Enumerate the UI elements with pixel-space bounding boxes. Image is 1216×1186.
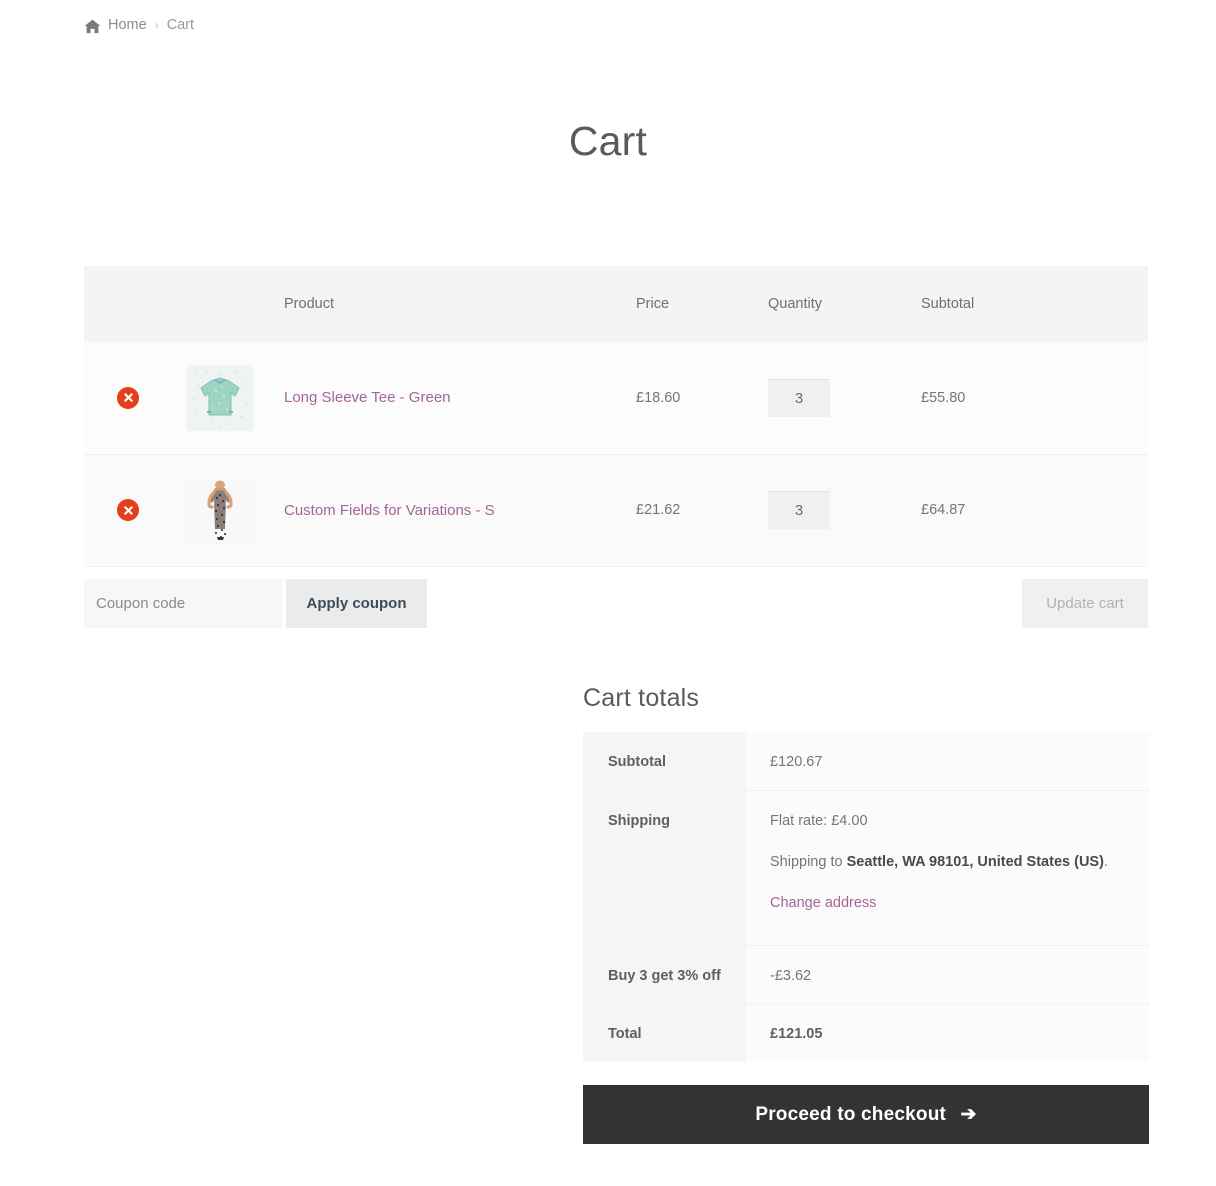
table-row: Custom Fields for Variations - S £21.62 … <box>84 454 1148 567</box>
product-subtotal: £55.80 <box>921 342 1148 455</box>
column-header-quantity: Quantity <box>768 266 921 342</box>
shipping-rate: Flat rate: £4.00 <box>770 812 868 829</box>
remove-cell <box>84 454 154 567</box>
column-header-subtotal: Subtotal <box>921 266 1148 342</box>
dress-thumbnail[interactable] <box>187 477 253 543</box>
cart-totals-section: Cart totals Subtotal £120.67 Shipping Fl… <box>583 684 1149 1061</box>
totals-row-subtotal: Subtotal £120.67 <box>583 732 1149 791</box>
totals-row-total: Total £121.05 <box>583 1003 1149 1061</box>
quantity-cell <box>768 342 921 455</box>
remove-item-button[interactable] <box>117 499 139 521</box>
cart-table-header-row: Product Price Quantity Subtotal <box>84 266 1148 342</box>
breadcrumb-current: Cart <box>166 17 195 33</box>
cart-totals-table: Subtotal £120.67 Shipping Flat rate: £4.… <box>583 732 1149 1061</box>
proceed-to-checkout-button[interactable]: Proceed to checkout ➔ <box>583 1085 1149 1144</box>
subtotal-label: Subtotal <box>583 732 746 791</box>
change-address-link[interactable]: Change address <box>770 895 876 911</box>
update-cart-button[interactable]: Update cart <box>1022 579 1148 628</box>
cart-items-table: Product Price Quantity Subtotal Long Sle… <box>84 266 1148 567</box>
checkout-label: Proceed to checkout <box>755 1104 947 1125</box>
quantity-cell <box>768 454 921 567</box>
cart-totals-title: Cart totals <box>583 684 700 712</box>
arrow-right-icon: ➔ <box>960 1104 977 1125</box>
product-link[interactable]: Long Sleeve Tee - Green <box>284 389 451 406</box>
table-row: Long Sleeve Tee - Green £18.60 £55.80 <box>84 342 1148 455</box>
discount-label: Buy 3 get 3% off <box>583 945 746 1004</box>
quantity-input[interactable] <box>768 491 830 529</box>
thumbnail-cell <box>154 454 284 567</box>
coupon-bar: Apply coupon Update cart <box>84 579 1148 628</box>
shipping-to-prefix: Shipping to <box>770 853 847 870</box>
column-header-remove <box>84 266 154 342</box>
long-sleeve-tee-thumbnail[interactable] <box>187 364 253 431</box>
discount-value: -£3.62 <box>746 945 1149 1004</box>
product-price: £18.60 <box>636 342 768 455</box>
column-header-thumbnail <box>154 266 284 342</box>
product-price: £21.62 <box>636 454 768 567</box>
breadcrumb-separator: › <box>154 18 159 32</box>
subtotal-value: £120.67 <box>746 732 1149 791</box>
shipping-to-address: Seattle, WA 98101, United States (US) <box>846 853 1104 870</box>
totals-row-shipping: Shipping Flat rate: £4.00 Shipping to Se… <box>583 790 1149 946</box>
product-subtotal: £64.87 <box>921 454 1148 567</box>
totals-row-discount: Buy 3 get 3% off -£3.62 <box>583 945 1149 1004</box>
breadcrumb: Home › Cart <box>84 17 194 33</box>
home-icon[interactable] <box>84 19 101 34</box>
column-header-price: Price <box>636 266 768 342</box>
remove-item-button[interactable] <box>117 386 139 409</box>
thumbnail-cell <box>154 342 284 455</box>
shipping-destination: Shipping to Seattle, WA 98101, United St… <box>770 854 1149 870</box>
shipping-label: Shipping <box>583 790 746 946</box>
column-header-product: Product <box>284 266 636 342</box>
product-link[interactable]: Custom Fields for Variations - S <box>284 502 495 519</box>
total-label: Total <box>583 1003 746 1061</box>
remove-cell <box>84 342 154 455</box>
shipping-details: Flat rate: £4.00 Shipping to Seattle, WA… <box>746 790 1149 946</box>
product-name-cell: Long Sleeve Tee - Green <box>284 342 636 455</box>
shipping-to-suffix: . <box>1103 853 1108 870</box>
page-title: Cart <box>568 118 648 164</box>
breadcrumb-home-link[interactable]: Home <box>108 17 147 33</box>
quantity-input[interactable] <box>768 378 830 417</box>
total-value: £121.05 <box>746 1003 1149 1061</box>
product-name-cell: Custom Fields for Variations - S <box>284 454 636 567</box>
coupon-code-input[interactable] <box>84 579 282 628</box>
apply-coupon-button[interactable]: Apply coupon <box>286 579 427 628</box>
